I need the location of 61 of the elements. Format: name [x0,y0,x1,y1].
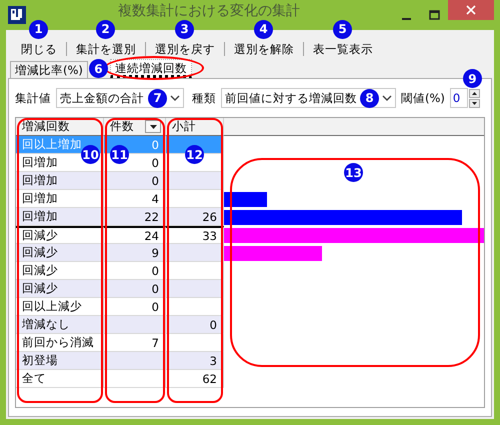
table-cell: 全て [16,370,104,388]
callout-number: 1 [29,20,48,38]
toolbar-button[interactable]: 集計を選別 [67,38,145,60]
callout-number: 7 [148,88,167,108]
table-cell: 0 [104,280,166,298]
table-cell: 9 [104,244,166,262]
tab[interactable]: 連続増減回数 [110,59,192,78]
spin-down-button[interactable] [468,98,480,108]
minimize-icon [402,18,410,20]
table-cell [166,280,224,298]
caret-icon [382,95,392,101]
toolbar-button[interactable]: 閉じる [12,38,66,60]
table-cell: 62 [166,370,224,388]
callout-number: 6 [88,59,108,78]
close-button[interactable] [448,0,494,20]
field-label: 閾値(%) [401,90,445,106]
dropdown[interactable]: 前回値に対する増減回数 8 [221,88,396,108]
table-cell: 22 [104,208,166,226]
spin-up-button[interactable] [468,88,480,98]
callout-number: 2 [96,20,115,38]
table-cell [166,244,224,262]
up-arrow-icon [472,92,477,94]
callout-number: 11 [110,145,129,164]
table-cell: 初登場 [16,352,104,370]
dropdown[interactable]: 売上金額の合計 7 [56,88,184,108]
toolbar-button[interactable]: 選別を戻す [146,38,224,60]
table-cell [104,316,166,334]
table-cell: 26 [166,208,224,226]
table-cell: 増減なし [16,316,104,334]
table-cell: 0 [104,172,166,190]
close-icon [466,5,476,15]
field-label: 集計値 [15,90,51,106]
dropdown-button[interactable] [145,120,161,133]
app-icon [8,6,26,24]
table-cell: 回減少 [16,280,104,298]
caret-icon [170,95,180,101]
table-cell [104,352,166,370]
callout-number: 8 [360,88,379,108]
table-cell: 回減少 [16,244,104,262]
table-cell: 回増加 [16,208,104,226]
callout-number: 4 [254,20,273,38]
table-cell: 3 [166,352,224,370]
table-cell: 0 [166,316,224,334]
caret-icon [150,124,156,128]
column-header[interactable] [224,118,484,136]
toolbar-button[interactable]: 表一覧表示 [304,38,382,60]
table-cell: 回増加 [16,172,104,190]
table-cell [104,370,166,388]
maximize-icon [428,10,440,20]
number-field[interactable]: 0 [450,88,468,108]
field-label: 種類 [192,90,216,106]
callout-number: 13 [344,163,363,182]
callout-number: 12 [185,145,204,164]
tab[interactable]: 増減比率(%) [10,61,88,78]
callout-number: 5 [333,20,352,38]
window-title: 複数集計における変化の集計 [117,2,301,20]
down-arrow-icon [472,102,477,104]
callout-number: 9 [462,69,482,88]
table-cell [166,172,224,190]
callout-number: 3 [175,20,194,38]
toolbar-button[interactable]: 選別を解除 [225,38,303,60]
